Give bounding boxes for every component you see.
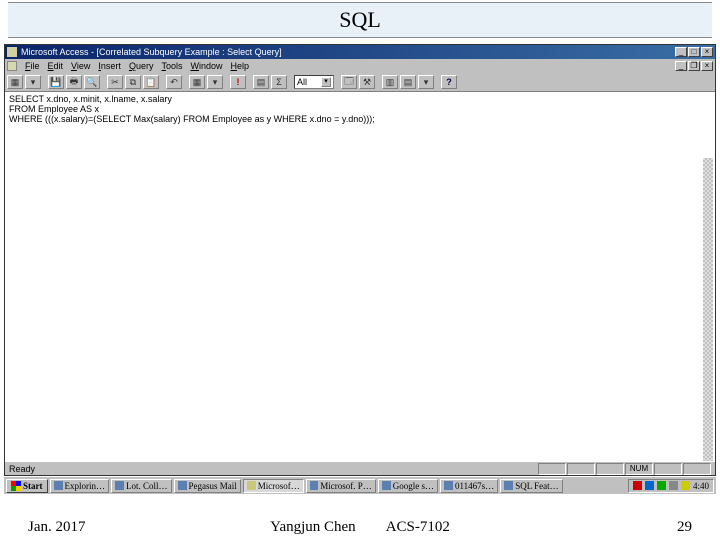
access-window: Microsoft Access - [Correlated Subquery … [4,44,716,476]
start-button[interactable]: Start [6,479,48,493]
app-icon [178,481,187,490]
maximize-button[interactable]: □ [688,47,700,57]
access-icon [247,481,256,490]
menu-tools[interactable]: Tools [161,61,182,71]
app-icon [382,481,391,490]
mdi-restore-button[interactable]: ❐ [688,61,700,71]
build-button[interactable]: ⚒ [359,75,375,89]
window-title: Microsoft Access - [Correlated Subquery … [21,47,675,57]
status-cell [567,463,595,475]
menu-edit[interactable]: Edit [48,61,64,71]
statusbar: Ready NUM [5,461,715,475]
task-item-active[interactable]: Microsof… [243,479,304,493]
task-item[interactable]: Pegasus Mail [174,479,241,493]
query-type-button[interactable]: ▦ [189,75,205,89]
clock: 4:40 [693,481,709,491]
tray-icon[interactable] [669,481,678,490]
status-num: NUM [625,463,653,475]
doc-icon [7,61,17,71]
app-icon [115,481,124,490]
titlebar: Microsoft Access - [Correlated Subquery … [5,45,715,59]
new-object-button[interactable]: ▤ [400,75,416,89]
status-cell [538,463,566,475]
system-tray: 4:40 [628,479,714,493]
view-button[interactable]: ▦ [7,75,23,89]
menubar: File Edit View Insert Query Tools Window… [5,59,715,73]
task-item[interactable]: Microsof. P… [306,479,376,493]
task-item[interactable]: 011467s… [440,479,498,493]
status-cell [596,463,624,475]
tray-icon[interactable] [657,481,666,490]
sql-line2: FROM Employee AS x [9,104,99,114]
combo-value: All [297,77,307,87]
menu-help[interactable]: Help [231,61,250,71]
paste-button[interactable]: 📋 [143,75,159,89]
minimize-button[interactable]: _ [675,47,687,57]
db-window-button[interactable]: ▥ [382,75,398,89]
print-button[interactable]: 🖶 [66,75,82,89]
chevron-down-icon: ▾ [321,77,331,87]
query-type-dropdown[interactable]: ▾ [207,75,223,89]
mdi-minimize-button[interactable]: _ [675,61,687,71]
footer-page: 29 [677,519,692,536]
sql-line3: WHERE (((x.salary)=(SELECT Max(salary) F… [9,114,375,124]
footer-author: Yangjun Chen [270,519,356,536]
tray-icon[interactable] [633,481,642,490]
preview-button[interactable]: 🔍 [84,75,100,89]
footer-course: ACS-7102 [386,519,450,536]
access-logo-icon [7,47,17,57]
menu-query[interactable]: Query [129,61,154,71]
copy-button[interactable]: ⧉ [125,75,141,89]
menu-window[interactable]: Window [190,61,222,71]
mdi-close-button[interactable]: × [701,61,713,71]
footer-date: Jan. 2017 [28,519,86,536]
windows-logo-icon [11,481,21,491]
close-button[interactable]: × [701,47,713,57]
menu-insert[interactable]: Insert [98,61,121,71]
toolbar: ▦ ▾ 💾 🖶 🔍 ✂ ⧉ 📋 ↶ ▦ ▾ ! ▤ Σ All ▾ [5,73,715,91]
help-button[interactable]: ? [441,75,457,89]
sql-line1: SELECT x.dno, x.minit, x.lname, x.salary [9,94,172,104]
view-dropdown-button[interactable]: ▾ [25,75,41,89]
menu-file[interactable]: File [25,61,40,71]
new-object-dropdown[interactable]: ▾ [418,75,434,89]
tray-icon[interactable] [645,481,654,490]
status-cell [683,463,711,475]
status-ready: Ready [9,464,35,474]
menu-view[interactable]: View [71,61,90,71]
taskbar: Start Explorin… Lot. Coll… Pegasus Mail … [4,476,716,494]
start-label: Start [23,481,43,491]
app-icon [444,481,453,490]
totals-button[interactable]: Σ [271,75,287,89]
vertical-scrollbar[interactable] [703,158,713,461]
slide-footer: Jan. 2017 Yangjun Chen ACS-7102 29 [0,519,720,536]
task-item[interactable]: Lot. Coll… [111,479,172,493]
run-button[interactable]: ! [230,75,246,89]
app-icon [504,481,513,490]
top-values-combo[interactable]: All ▾ [294,75,334,89]
task-item[interactable]: Explorin… [50,479,110,493]
save-button[interactable]: 💾 [48,75,64,89]
status-cell [654,463,682,475]
slide-title: SQL [8,2,712,38]
app-icon [54,481,63,490]
show-table-button[interactable]: ▤ [253,75,269,89]
app-icon [310,481,319,490]
undo-button[interactable]: ↶ [166,75,182,89]
sql-editor[interactable]: SELECT x.dno, x.minit, x.lname, x.salary… [5,91,715,461]
properties-button[interactable]: 🗔 [341,75,357,89]
task-item[interactable]: Google s… [378,479,438,493]
cut-button[interactable]: ✂ [107,75,123,89]
tray-icon[interactable] [681,481,690,490]
task-item[interactable]: SQL Feat… [500,479,562,493]
